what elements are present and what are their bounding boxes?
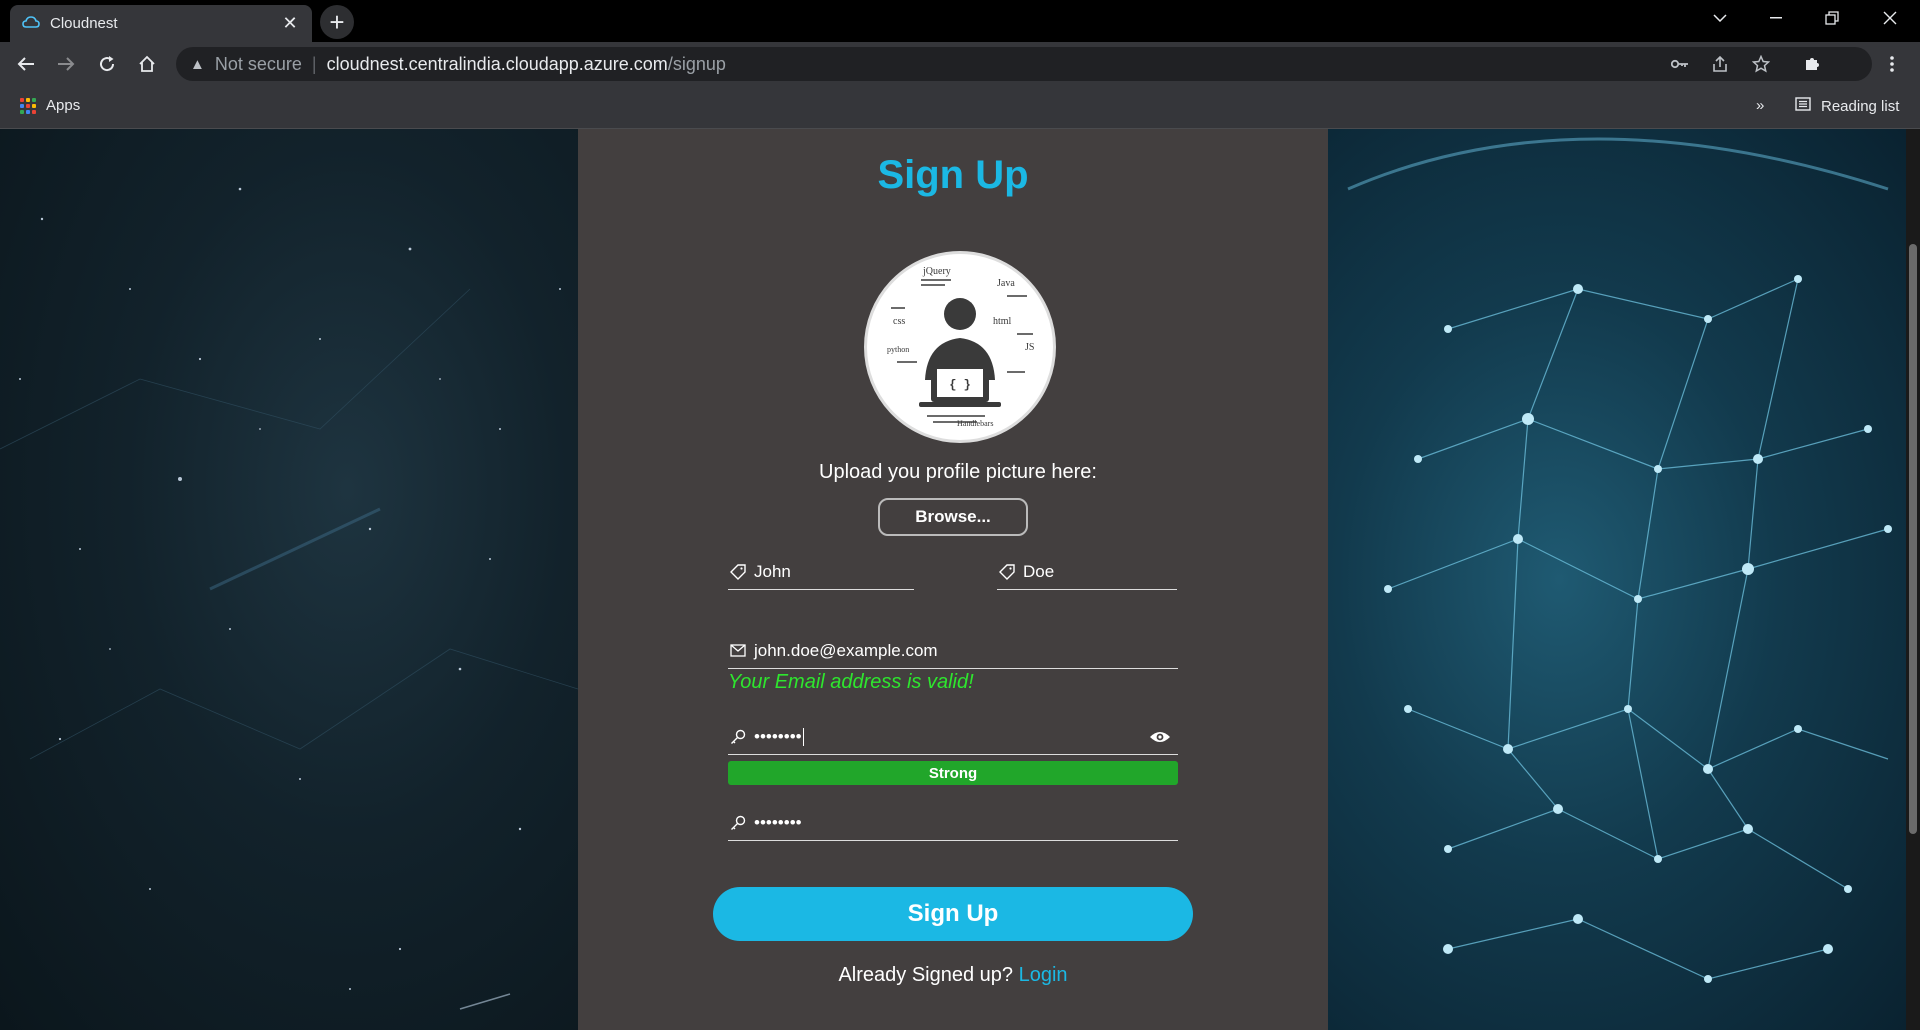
last-name-value: Doe bbox=[1023, 561, 1055, 581]
login-link[interactable]: Login bbox=[1019, 964, 1068, 986]
password-strength-label: Strong bbox=[928, 764, 978, 782]
avatar-label-java: Java bbox=[997, 278, 1015, 289]
bookmarks-bar: Apps » Reading list bbox=[0, 87, 1920, 129]
avatar-braces-label: { } bbox=[949, 378, 971, 392]
browse-file-button[interactable]: Browse... bbox=[878, 498, 1028, 536]
page-scrollbar[interactable] bbox=[1906, 129, 1920, 1030]
reading-list-label: Reading list bbox=[1821, 97, 1900, 115]
forward-arrow-icon[interactable] bbox=[50, 48, 82, 80]
starfield-background bbox=[0, 129, 579, 1030]
minimize-icon[interactable] bbox=[1748, 0, 1804, 36]
key-icon[interactable] bbox=[1666, 47, 1694, 81]
page-title: Sign Up bbox=[877, 153, 1029, 197]
profile-avatar[interactable]: { } jQuery Java css html python JS Handl… bbox=[864, 251, 1056, 443]
confirm-password-value: •••••••• bbox=[754, 812, 802, 832]
network-globe-background bbox=[1328, 129, 1906, 1030]
bookmark-star-icon[interactable] bbox=[1747, 47, 1775, 81]
warning-icon[interactable]: ▲ bbox=[190, 56, 205, 73]
email-field[interactable]: john.doe@example.com bbox=[728, 633, 1178, 669]
not-secure-label[interactable]: Not secure bbox=[215, 54, 302, 75]
login-prompt: Already Signed up? Login bbox=[578, 964, 1328, 987]
avatar-label-jquery: jQuery bbox=[922, 266, 951, 277]
cloud-icon bbox=[22, 15, 40, 33]
tab-title: Cloudnest bbox=[50, 15, 118, 32]
avatar-label-css: css bbox=[893, 316, 905, 327]
browser-toolbar: ▲ Not secure | cloudnest.centralindia.cl… bbox=[0, 42, 1920, 87]
password-strength-bar: Strong bbox=[728, 761, 1178, 785]
page-viewport: Sign Up { } jQuery Java css html python bbox=[0, 129, 1920, 1030]
extensions-puzzle-icon[interactable] bbox=[1796, 48, 1828, 80]
apps-grid-icon bbox=[20, 97, 36, 114]
email-validation-message: Your Email address is valid! bbox=[728, 671, 974, 693]
envelope-icon bbox=[728, 641, 748, 661]
sign-up-button[interactable]: Sign Up bbox=[713, 887, 1193, 941]
new-tab-button[interactable]: + bbox=[320, 5, 354, 39]
text-caret bbox=[802, 728, 804, 747]
avatar-label-python: python bbox=[887, 345, 909, 354]
avatar-label-html: html bbox=[993, 316, 1012, 327]
first-name-value: John bbox=[754, 561, 791, 581]
restore-icon[interactable] bbox=[1804, 0, 1860, 36]
password-value: •••••••• bbox=[754, 726, 802, 746]
last-name-field[interactable]: Doe bbox=[997, 554, 1177, 590]
avatar-label-handlebars: Handlebars bbox=[957, 419, 993, 428]
bookmarks-overflow-button[interactable]: » bbox=[1756, 97, 1764, 114]
tab-strip: Cloudnest ✕ + bbox=[0, 0, 1920, 42]
email-value: john.doe@example.com bbox=[754, 640, 938, 660]
url-path: /signup bbox=[667, 53, 726, 74]
share-icon[interactable] bbox=[1706, 47, 1734, 81]
url-domain: cloudnest.centralindia.cloudapp.azure.co… bbox=[326, 53, 668, 74]
already-signed-up-text: Already Signed up? bbox=[838, 964, 1014, 986]
eye-icon[interactable] bbox=[1148, 727, 1172, 747]
url-separator: | bbox=[311, 53, 317, 74]
upload-picture-label: Upload you profile picture here: bbox=[819, 461, 1097, 483]
scrollbar-thumb[interactable] bbox=[1909, 244, 1917, 834]
more-menu-icon[interactable] bbox=[1876, 48, 1908, 80]
confirm-password-field[interactable]: •••••••• bbox=[728, 805, 1178, 841]
tab-search-icon[interactable] bbox=[1692, 0, 1748, 36]
browser-tab[interactable]: Cloudnest ✕ bbox=[10, 5, 312, 42]
apps-shortcut[interactable]: Apps bbox=[20, 97, 80, 114]
password-field[interactable]: •••••••• bbox=[728, 719, 1178, 755]
password-value-wrap: •••••••• bbox=[754, 727, 1148, 747]
key-icon bbox=[728, 813, 748, 833]
avatar-label-js: JS bbox=[1025, 342, 1034, 353]
tag-icon bbox=[997, 562, 1017, 582]
reading-list-button[interactable]: Reading list bbox=[1795, 97, 1899, 115]
apps-label: Apps bbox=[46, 97, 81, 114]
back-arrow-icon[interactable] bbox=[10, 48, 42, 80]
reading-list-icon bbox=[1795, 97, 1811, 115]
close-window-icon[interactable] bbox=[1862, 0, 1918, 36]
address-bar[interactable]: ▲ Not secure | cloudnest.centralindia.cl… bbox=[176, 47, 1872, 81]
close-tab-icon[interactable]: ✕ bbox=[280, 13, 300, 34]
reload-icon[interactable] bbox=[91, 48, 123, 80]
first-name-field[interactable]: John bbox=[728, 554, 914, 590]
tag-icon bbox=[728, 562, 748, 582]
home-icon[interactable] bbox=[131, 48, 163, 80]
key-icon bbox=[728, 727, 748, 747]
signup-panel: Sign Up { } jQuery Java css html python bbox=[578, 129, 1328, 1030]
